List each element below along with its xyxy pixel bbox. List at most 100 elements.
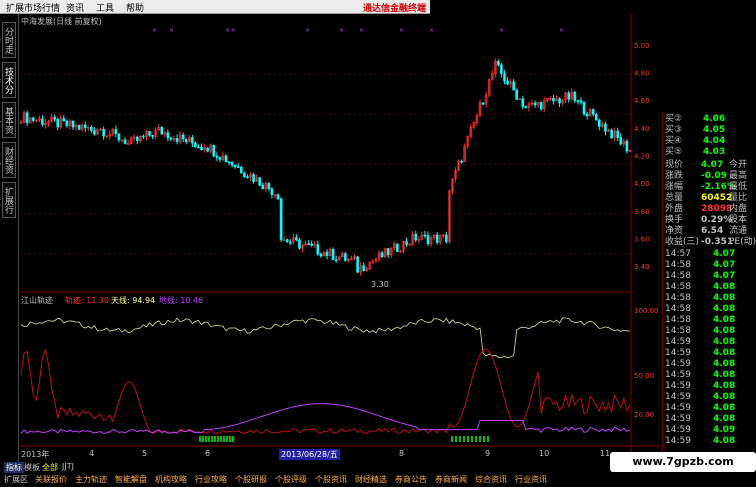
candle-body-133 — [426, 235, 430, 245]
bottom-tab-5[interactable]: 行业攻略 — [195, 474, 227, 485]
indicator-tab-indicator[interactable]: 指标 — [4, 462, 24, 473]
signal-block-a-3 — [208, 436, 210, 442]
bottom-tab-11[interactable]: 券商新闻 — [435, 474, 467, 485]
signal-block-a-10 — [229, 436, 231, 442]
tick-time: 14:58 — [665, 304, 691, 314]
stat-label-2: 内盘 — [729, 204, 748, 214]
signal-block-b-1 — [455, 436, 457, 442]
candle-body-196 — [619, 137, 623, 145]
candle-body-91 — [298, 239, 301, 249]
bid-price: 4.06 — [703, 114, 726, 124]
tick-row-7: 14:58 4.08 — [663, 326, 756, 337]
tick-price: 4.08 — [713, 436, 736, 446]
bottom-tab-12[interactable]: 综合资讯 — [475, 474, 507, 485]
bid-price: 4.05 — [703, 125, 726, 135]
candle-body-191 — [604, 123, 607, 132]
bottom-tab-0[interactable]: 扩展区 — [4, 474, 28, 485]
candle-body-71 — [236, 166, 240, 168]
indicator-line-tianxian — [20, 317, 630, 359]
candle-body-151 — [481, 102, 485, 105]
bottom-tab-8[interactable]: 个股资讯 — [315, 474, 347, 485]
tick-row-16: 14:59 4.09 — [663, 425, 756, 436]
stat-label-2: PE(动) — [729, 237, 756, 247]
kline-chart[interactable]: × × × × × × × × × × ×5.004.804.604.404.204.003.803… — [19, 14, 662, 462]
tick-time: 14:58 — [665, 271, 691, 281]
indicator-tab-template[interactable]: 模板 — [24, 462, 40, 473]
candle-body-54 — [184, 138, 188, 142]
main-y-tick-0: 5.00 — [634, 42, 650, 50]
bottom-tab-1[interactable]: 关联报价 — [35, 474, 67, 485]
candle-body-78 — [258, 177, 261, 186]
candle-body-159 — [506, 80, 509, 85]
tick-row-8: 14:59 4.08 — [663, 337, 756, 348]
bottom-tab-13[interactable]: 行业资讯 — [515, 474, 547, 485]
candle-body-195 — [616, 130, 620, 138]
candle-body-27 — [102, 129, 105, 137]
stat-label-2: 量比 — [729, 193, 748, 203]
bottom-tab-2[interactable]: 主力轨迹 — [75, 474, 107, 485]
tick-row-9: 14:59 4.08 — [663, 348, 756, 359]
signal-block-a-2 — [205, 436, 207, 442]
bottom-tab-7[interactable]: 个股评级 — [275, 474, 307, 485]
bottom-tab-6[interactable]: 个股研报 — [235, 474, 267, 485]
candle-body-42 — [148, 131, 151, 136]
menu-item-extended-market[interactable]: 扩展市场行情 — [6, 1, 60, 14]
tick-time: 14:59 — [665, 414, 691, 424]
signal-block-b-4 — [467, 436, 469, 442]
candle-body-164 — [521, 98, 525, 107]
tab-extended[interactable]: 扩展行情 — [2, 182, 16, 218]
tab-fundamentals[interactable]: 基本资料 — [2, 102, 16, 138]
stat-row-6: 净资 6.54 流通 — [663, 226, 756, 237]
x-tick-8: 8 — [399, 449, 405, 458]
candle-body-168 — [533, 102, 537, 106]
indicator-y-tick-2: 20.00 — [634, 411, 654, 419]
event-marker-5: × — [339, 27, 344, 34]
candle-body-65 — [218, 157, 222, 160]
bottom-tab-9[interactable]: 财经精选 — [355, 474, 387, 485]
stat-value: 0.29% — [701, 215, 733, 225]
candle-body-72 — [240, 166, 243, 174]
bottom-tab-10[interactable]: 券商公告 — [395, 474, 427, 485]
candle-body-106 — [344, 253, 347, 261]
bottom-tab-4[interactable]: 机构攻略 — [155, 474, 187, 485]
tick-price: 4.08 — [713, 293, 736, 303]
tab-finance-news[interactable]: 财经资讯 — [2, 142, 16, 178]
indicator-tab-jjtj[interactable]: JJTJ — [62, 462, 74, 471]
chart-area: × × × × × × × × × × × 5.00 4.80 4.60 4.40 4.20 4.00 3.80 3… — [19, 14, 662, 462]
candle-body-183 — [579, 100, 583, 103]
stat-row-4: 外盘 28098 内盘 — [663, 204, 756, 215]
stat-label-2: 股本 — [729, 215, 748, 225]
stat-value: 28098 — [701, 204, 733, 214]
bottom-tab-3[interactable]: 智能解盘 — [115, 474, 147, 485]
event-marker-6: × — [359, 27, 364, 34]
tick-price: 4.08 — [713, 414, 736, 424]
tick-time: 14:58 — [665, 293, 691, 303]
tick-time: 14:59 — [665, 348, 691, 358]
candle-body-94 — [307, 243, 310, 245]
tick-time: 14:57 — [665, 249, 691, 259]
signal-block-b-2 — [459, 436, 461, 442]
candle-body-156 — [497, 61, 500, 66]
main-y-tick-3: 4.40 — [634, 125, 650, 133]
tick-price: 4.08 — [713, 304, 736, 314]
indicator-tab-all[interactable]: 全部 — [42, 462, 58, 473]
main-y-tick-6: 3.80 — [634, 208, 650, 216]
menu-item-tools[interactable]: 工具 — [96, 1, 114, 14]
tab-technical[interactable]: 技术分析 — [2, 62, 16, 98]
x-tick-4: 4 — [89, 449, 95, 458]
indicator-guiji-label: 轨迹: 11.30 — [65, 296, 110, 305]
stat-row-1: 涨跌 -0.09 最高 — [663, 171, 756, 182]
candle-body-132 — [423, 234, 427, 237]
main-y-tick-7: 3.60 — [634, 236, 650, 244]
menu-item-help[interactable]: 帮助 — [126, 1, 144, 14]
tab-intraday[interactable]: 分时走势 — [2, 22, 16, 58]
candle-body-188 — [594, 114, 598, 121]
indicator-y-tick-1: 50.00 — [634, 372, 654, 380]
candle-body-144 — [460, 160, 463, 163]
x-tick-6: 6 — [205, 449, 211, 458]
stat-row-0: 现价 4.07 今开 — [663, 160, 756, 171]
stat-row-3: 总量 60452 量比 — [663, 193, 756, 204]
candle-body-21 — [83, 124, 87, 129]
stat-label-2: 最低 — [729, 182, 748, 192]
menu-item-news[interactable]: 资讯 — [66, 1, 84, 14]
